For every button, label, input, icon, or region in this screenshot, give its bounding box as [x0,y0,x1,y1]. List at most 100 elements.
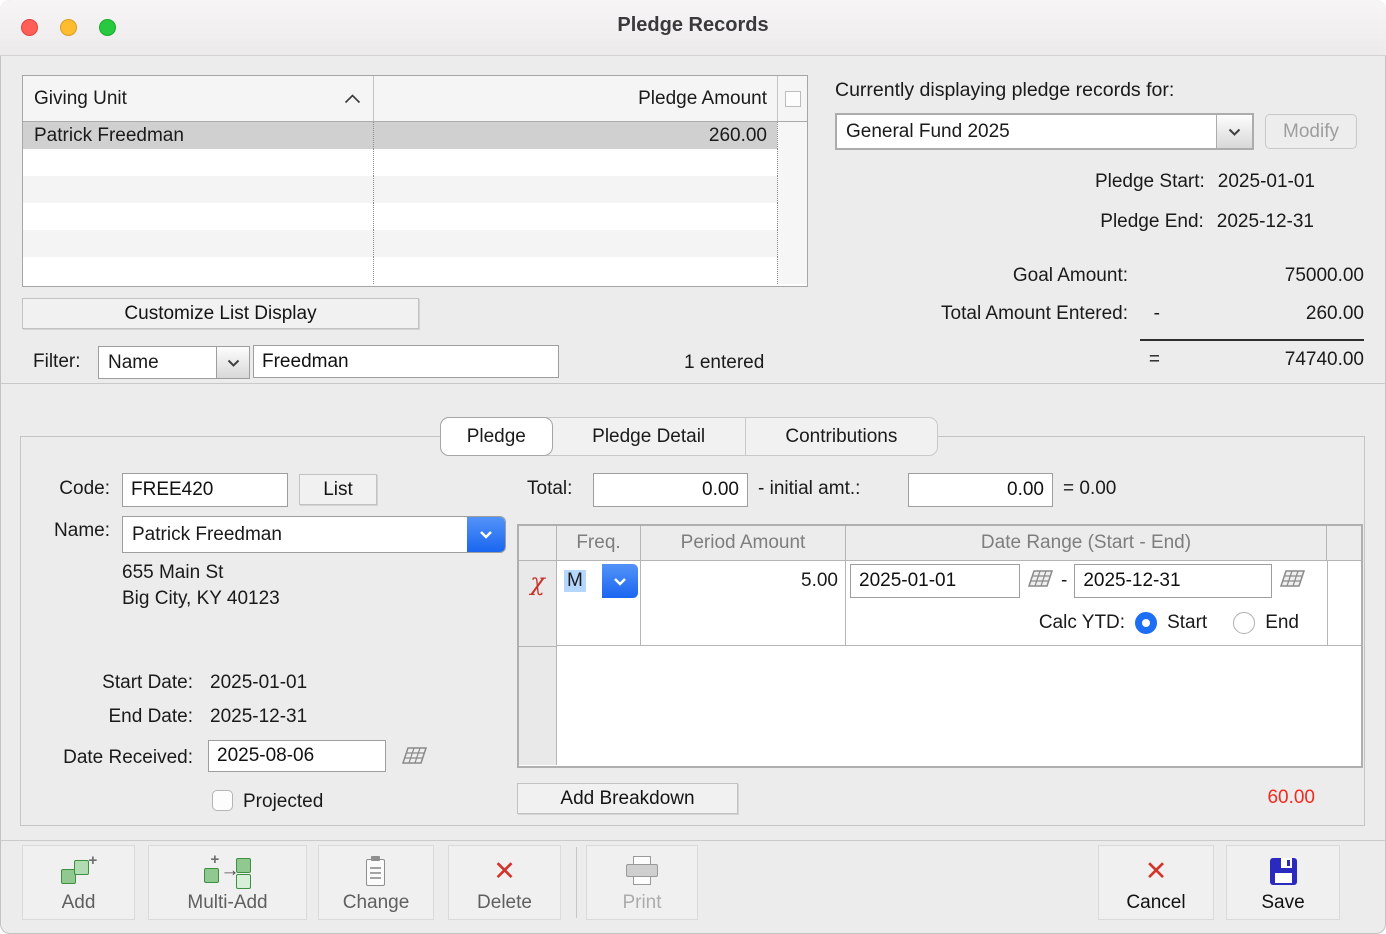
date-received-input[interactable] [208,740,386,772]
breakdown-table: Freq. Period Amount Date Range (Start - … [517,524,1363,768]
breakdown-header-marker [519,526,557,560]
change-icon [364,851,388,891]
column-header-pledge-amount[interactable]: Pledge Amount [373,76,777,121]
print-icon [624,851,660,891]
chevron-down-icon[interactable] [216,347,249,378]
filter-field-dropdown[interactable]: Name [98,346,250,379]
table-row-empty [23,176,807,203]
date-end-input[interactable] [1074,564,1272,598]
date-start-input[interactable] [850,564,1020,598]
freq-dropdown[interactable]: M [560,564,638,598]
chevron-down-icon[interactable] [467,517,505,552]
cell-pledge-amount: 260.00 [373,122,777,149]
chevron-down-icon[interactable] [602,564,638,598]
button-label: Delete [477,892,532,914]
projected-checkbox[interactable] [212,790,233,811]
list-button[interactable]: List [299,474,377,505]
freq-selected-text: M [564,570,586,592]
freq-value: M [560,564,602,598]
pledge-end-value: 2025-12-31 [1217,211,1314,233]
initial-amount-label: - initial amt.: [758,478,860,500]
delete-button[interactable]: ✕ Delete [448,845,561,920]
code-input[interactable] [122,473,288,507]
table-row-empty [23,203,807,230]
cell-giving-unit: Patrick Freedman [23,122,373,149]
column-header-label: Giving Unit [34,88,127,110]
name-label: Name: [33,520,110,542]
multi-add-button[interactable]: + → Multi-Add [148,845,307,920]
table-cell-empty [23,176,373,203]
multi-add-icon: + → [204,851,252,891]
calendar-icon[interactable] [401,746,428,771]
chi-delete-icon[interactable]: χ [519,561,556,603]
equals-sign: = [1149,349,1160,371]
name-dropdown[interactable]: Patrick Freedman [122,516,506,553]
total-entered-value: 260.00 [1306,303,1364,325]
table-row-selected[interactable]: Patrick Freedman 260.00 [23,122,807,149]
date-range-cell: - [846,561,1361,601]
radio-start[interactable] [1135,612,1157,634]
column-header-giving-unit[interactable]: Giving Unit [23,76,373,121]
tab-contributions[interactable]: Contributions [745,418,937,455]
total-equals-text: = 0.00 [1063,478,1116,500]
filter-input[interactable] [253,345,559,378]
entered-count: 1 entered [684,352,764,374]
start-date-label: Start Date: [33,672,193,694]
total-input[interactable] [593,473,748,507]
cancel-button[interactable]: ✕ Cancel [1098,845,1214,920]
breakdown-body: χ M 5.00 [519,561,1361,765]
customize-list-display-button[interactable]: Customize List Display [22,298,419,329]
scrollbar-track[interactable] [777,230,807,257]
grid-line [519,646,557,647]
table-cell-empty [373,203,777,230]
pledge-end-label: Pledge End: [1100,211,1204,233]
date-separator: - [1061,570,1067,592]
table-cell-empty [23,149,373,176]
scrollbar-track[interactable] [777,203,807,230]
window-title: Pledge Records [0,14,1386,37]
add-button[interactable]: + Add [22,845,135,920]
scrollbar-track[interactable] [777,122,807,149]
address-line2: Big City, KY 40123 [122,588,280,610]
scrollbar-track[interactable] [777,257,807,284]
save-floppy-icon [1270,851,1297,891]
table-cell-empty [373,149,777,176]
table-row-empty [23,230,807,257]
initial-amount-input[interactable] [908,473,1053,507]
add-icon: + [59,851,99,891]
delete-x-icon: ✕ [493,851,516,891]
radio-end[interactable] [1233,612,1255,634]
projected-label: Projected [243,791,323,813]
button-label: Print [622,892,661,914]
modify-button[interactable]: Modify [1265,114,1357,149]
chevron-down-icon[interactable] [1216,115,1252,148]
toolbar-separator [576,847,577,918]
button-label: Cancel [1126,892,1185,914]
end-date-label: End Date: [33,706,193,728]
start-date-value: 2025-01-01 [210,672,307,694]
sum-divider [1140,339,1364,341]
breakdown-header-date-range: Date Range (Start - End) [846,526,1327,560]
grid-line [1327,561,1328,646]
period-amount-cell[interactable]: 5.00 [641,561,846,601]
tab-pledge-detail[interactable]: Pledge Detail [553,418,745,455]
button-label: Add Breakdown [560,788,694,810]
address-line1: 655 Main St [122,562,223,584]
add-breakdown-button[interactable]: Add Breakdown [517,783,738,814]
change-button[interactable]: Change [318,845,434,920]
cancel-x-icon: ✕ [1145,851,1168,891]
pledge-end-line: Pledge End: 2025-12-31 [1100,211,1314,233]
column-header-label: Pledge Amount [638,88,767,110]
breakdown-row-header-column: χ [519,561,557,765]
pledge-records-window: Pledge Records Giving Unit Pledge Amount… [0,0,1386,934]
scrollbar-track[interactable] [777,176,807,203]
calendar-icon[interactable] [1279,569,1306,594]
tab-bar: Pledge Pledge Detail Contributions [440,417,938,456]
save-button[interactable]: Save [1226,845,1340,920]
fund-dropdown[interactable]: General Fund 2025 [835,113,1254,150]
print-button[interactable]: Print [586,845,698,920]
tab-pledge[interactable]: Pledge [440,417,553,456]
button-label: Add [62,892,96,914]
calendar-icon[interactable] [1027,569,1054,594]
scrollbar-track[interactable] [777,149,807,176]
